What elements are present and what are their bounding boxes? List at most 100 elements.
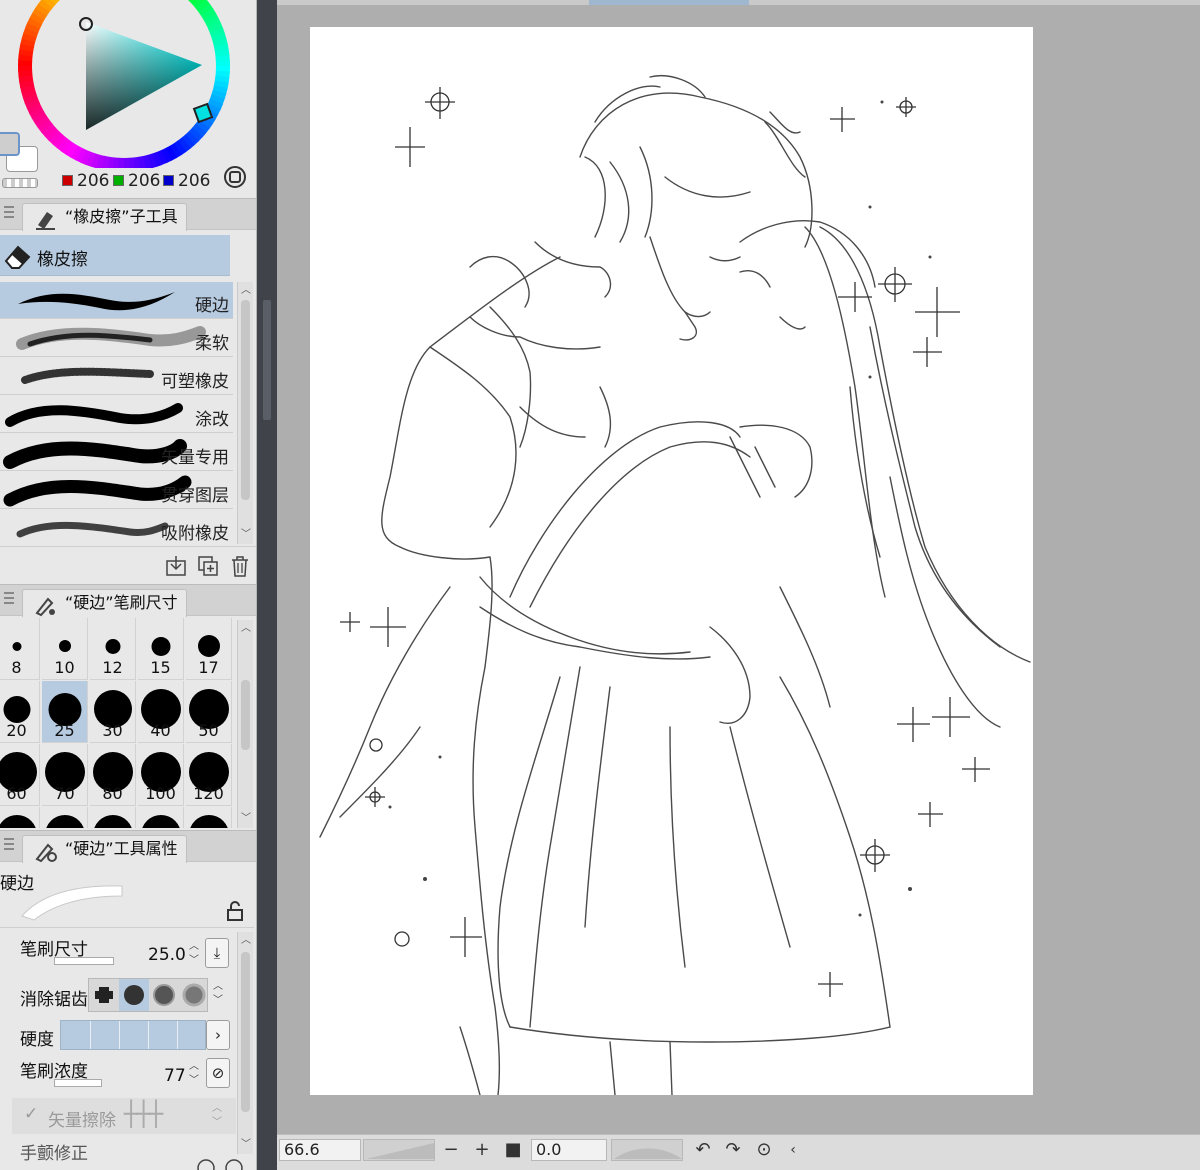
import-subtool-icon[interactable] — [165, 555, 187, 577]
brush-size-dot — [140, 815, 181, 828]
brush-size-cell[interactable]: 70 — [42, 744, 88, 806]
density-slider[interactable] — [54, 1079, 102, 1087]
antialias-strong[interactable] — [179, 979, 209, 1011]
brush-size-cell[interactable] — [90, 807, 136, 828]
vector-erase-mode-icon[interactable]: ┼┼┼ — [124, 1100, 163, 1128]
transparent-color-swatch[interactable] — [2, 178, 38, 188]
brush-size-scrollbar[interactable]: ︿ ﹀ — [237, 620, 253, 828]
brush-size-cell[interactable] — [138, 807, 184, 828]
zoom-field[interactable]: 66.6 — [279, 1139, 361, 1161]
panel-menu-icon[interactable] — [4, 838, 14, 850]
vector-erase-stepper[interactable]: ︿ ﹀ — [210, 1102, 224, 1132]
hue-ring[interactable] — [0, 0, 257, 168]
green-value[interactable]: 206 — [128, 171, 160, 191]
brush-size-cell[interactable]: 25 — [42, 681, 88, 743]
subtool-item[interactable]: 可塑橡皮 — [0, 358, 233, 395]
canvas-statusbar: 66.6 − + ■ 0.0 ↶ ↷ ⊙ ‹ — [277, 1134, 1200, 1170]
brush-size-value: 120 — [193, 784, 224, 803]
subtool-item-label: 可塑橡皮 — [161, 372, 229, 392]
rotation-field[interactable]: 0.0 — [531, 1139, 607, 1161]
antialias-stepper[interactable]: ︿ ﹀ — [211, 980, 225, 1010]
brush-size-value: 60 — [6, 784, 27, 803]
brush-size-cell[interactable]: 8 — [0, 618, 40, 680]
statusbar-collapse-button[interactable]: ‹ — [781, 1138, 805, 1162]
brush-size-cell[interactable]: 17 — [186, 618, 232, 680]
brush-size-value: 40 — [150, 721, 171, 740]
brush-size-cell[interactable]: 80 — [90, 744, 136, 806]
subtool-item-label: 涂改 — [195, 410, 229, 430]
rotate-right-button[interactable]: ↷ — [721, 1138, 745, 1162]
density-pressure-button[interactable]: ⊘ — [206, 1058, 230, 1088]
density-value[interactable]: 77 — [164, 1066, 186, 1086]
rotate-left-button[interactable]: ↶ — [691, 1138, 715, 1162]
brush-size-value: 17 — [198, 658, 219, 677]
panel-divider[interactable] — [257, 0, 277, 1170]
brush-size-cell[interactable] — [0, 807, 40, 828]
brush-size-dot — [151, 636, 170, 656]
drawing-canvas[interactable] — [310, 27, 1033, 1095]
subtool-scrollbar[interactable]: ︿ ﹀ — [237, 282, 253, 544]
brush-size-cell[interactable] — [186, 807, 232, 828]
panel-menu-icon[interactable] — [4, 592, 14, 604]
vector-erase-checkbox[interactable]: ✓ — [24, 1104, 38, 1124]
subtool-item[interactable]: 矢量专用 — [0, 434, 233, 471]
brush-size-cell[interactable]: 120 — [186, 744, 232, 806]
brush-size-cell[interactable]: 12 — [90, 618, 136, 680]
brush-size-stepper[interactable]: ︿ ﹀ — [187, 940, 201, 970]
brush-size-cell[interactable]: 15 — [138, 618, 184, 680]
reset-rotation-button[interactable]: ⊙ — [752, 1138, 776, 1162]
panel-menu-icon[interactable] — [4, 206, 14, 218]
subtool-item[interactable]: 贯穿图层 — [0, 472, 233, 509]
antialias-medium[interactable] — [149, 979, 179, 1011]
brush-size-value[interactable]: 25.0 — [148, 945, 186, 965]
subtool-item[interactable]: 硬边 — [0, 282, 233, 319]
antialias-weak[interactable] — [119, 979, 149, 1011]
zoom-in-button[interactable]: + — [470, 1138, 494, 1162]
density-stepper[interactable]: ︿ ﹀ — [187, 1060, 201, 1090]
tab-tool-property[interactable]: “硬边”工具属性 — [22, 835, 187, 863]
tab-eraser-subtool[interactable]: “橡皮擦”子工具 — [22, 203, 187, 231]
subtool-item-label: 硬边 — [195, 296, 229, 316]
color-mode-icon[interactable] — [223, 165, 247, 189]
canvas-tab-strip — [277, 0, 1200, 5]
subtool-item[interactable]: 吸附橡皮 — [0, 510, 233, 547]
eraser-icon — [4, 245, 31, 269]
green-channel-swatch — [113, 175, 124, 186]
subtool-item[interactable]: 柔软 — [0, 320, 233, 357]
hardness-expand-button[interactable]: › — [206, 1020, 230, 1050]
brush-size-cell[interactable] — [42, 807, 88, 828]
brush-size-cell[interactable]: 40 — [138, 681, 184, 743]
tool-property-tab-label: “硬边”工具属性 — [65, 839, 178, 858]
red-value[interactable]: 206 — [77, 171, 109, 191]
lock-icon[interactable] — [224, 900, 246, 922]
tab-brush-size[interactable]: “硬边”笔刷尺寸 — [22, 589, 187, 617]
subtool-item[interactable]: 涂改 — [0, 396, 233, 433]
brush-size-slider[interactable] — [54, 957, 114, 965]
brush-size-cell[interactable]: 20 — [0, 681, 40, 743]
tool-property-scrollbar[interactable]: ︿ ﹀ — [237, 932, 253, 1154]
brush-size-cell[interactable]: 100 — [138, 744, 184, 806]
canvas-tab[interactable] — [589, 0, 749, 5]
blue-value[interactable]: 206 — [178, 171, 210, 191]
zoom-slider[interactable] — [363, 1139, 435, 1161]
brush-size-cell[interactable]: 30 — [90, 681, 136, 743]
brush-size-cell[interactable]: 60 — [0, 744, 40, 806]
zoom-out-button[interactable]: − — [439, 1138, 463, 1162]
panel-footer-icons[interactable] — [196, 1154, 246, 1170]
fit-screen-button[interactable]: ■ — [501, 1138, 525, 1162]
rotation-slider[interactable] — [611, 1139, 683, 1161]
subtool-group-eraser[interactable]: 橡皮擦 — [0, 235, 230, 276]
brush-size-cell[interactable]: 10 — [42, 618, 88, 680]
hardness-selector[interactable] — [60, 1020, 206, 1050]
subtool-tab-label: “橡皮擦”子工具 — [65, 207, 178, 226]
brush-size-download-button[interactable]: ⤓ — [205, 938, 229, 968]
main-color-swatch[interactable] — [0, 132, 20, 156]
antialias-none[interactable] — [89, 979, 119, 1011]
brush-size-grid: 8 10 12 15 17 20 25 30 40 50 60 70 80 100 120 — [0, 618, 236, 828]
subtool-group-label: 橡皮擦 — [37, 250, 88, 270]
delete-subtool-icon[interactable] — [229, 555, 251, 577]
brush-size-cell[interactable]: 50 — [186, 681, 232, 743]
brush-size-value: 25 — [54, 721, 75, 740]
antialias-selector[interactable] — [88, 978, 208, 1012]
duplicate-subtool-icon[interactable] — [197, 555, 219, 577]
